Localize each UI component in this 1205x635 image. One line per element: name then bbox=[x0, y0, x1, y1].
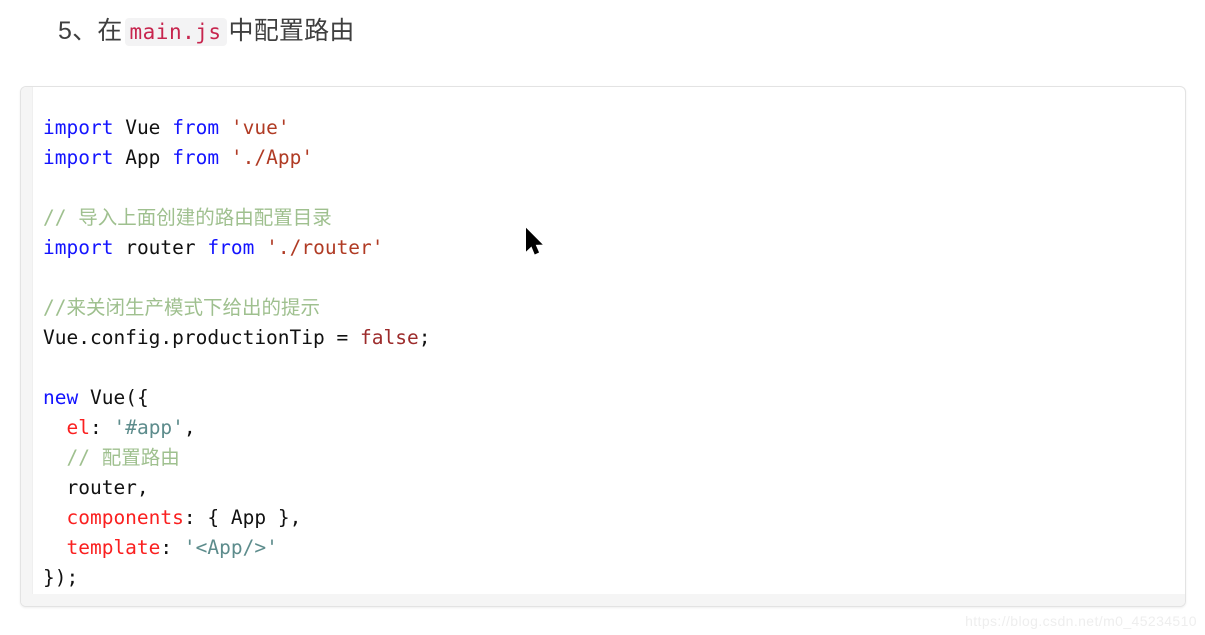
token-identifier-vue: Vue bbox=[125, 116, 161, 139]
token-key-el: el bbox=[66, 416, 90, 439]
token-string-vue: 'vue' bbox=[230, 116, 290, 139]
code-line: el: '#app', bbox=[43, 413, 1185, 443]
token-keyword-import: import bbox=[43, 146, 114, 169]
token-property-router: router, bbox=[66, 476, 149, 499]
code-line: import Vue from 'vue' bbox=[43, 113, 1185, 143]
token-boolean-false: false bbox=[360, 326, 419, 349]
heading-suffix: 中配置路由 bbox=[228, 17, 355, 45]
token-colon: : bbox=[89, 416, 102, 439]
page-title: 5、在 main.js 中配置路由 bbox=[58, 12, 355, 51]
code-line: components: { App }, bbox=[43, 503, 1185, 533]
token-comment-config-route: // 配置路由 bbox=[66, 446, 180, 469]
token-string-app-template: '<App/>' bbox=[183, 536, 278, 559]
code-content[interactable]: import Vue from 'vue' import App from '.… bbox=[33, 87, 1185, 606]
token-colon: : bbox=[183, 506, 196, 529]
token-identifier-router: router bbox=[125, 236, 196, 259]
token-comma: , bbox=[183, 416, 196, 439]
code-line: import router from './router' bbox=[43, 233, 1185, 263]
token-operator-assign: = bbox=[336, 326, 349, 349]
inline-code-filename: main.js bbox=[124, 18, 227, 46]
token-key-template: template bbox=[66, 536, 161, 559]
code-gutter bbox=[21, 87, 33, 606]
token-keyword-from: from bbox=[172, 146, 220, 169]
code-line: new Vue({ bbox=[43, 383, 1185, 413]
token-keyword-from: from bbox=[207, 236, 255, 259]
token-key-components: components bbox=[66, 506, 184, 529]
token-identifier-app: App bbox=[125, 146, 161, 169]
heading-prefix: 5、在 bbox=[58, 17, 123, 45]
token-string-app-selector: '#app' bbox=[113, 416, 184, 439]
token-keyword-from: from bbox=[172, 116, 220, 139]
code-line: import App from './App' bbox=[43, 143, 1185, 173]
code-line: // 配置路由 bbox=[43, 443, 1185, 473]
token-close-brace: }); bbox=[43, 566, 79, 589]
token-string-app-path: './App' bbox=[230, 146, 314, 169]
code-line: }); bbox=[43, 563, 1185, 593]
code-line: router, bbox=[43, 473, 1185, 503]
token-keyword-import: import bbox=[43, 116, 114, 139]
token-comment-production-tip: //来关闭生产模式下给出的提示 bbox=[43, 296, 320, 319]
code-line: // 导入上面创建的路由配置目录 bbox=[43, 203, 1185, 233]
token-expression-production-tip: Vue.config.productionTip bbox=[43, 326, 325, 349]
token-colon: : bbox=[160, 536, 173, 559]
token-string-router-path: './router' bbox=[266, 236, 384, 259]
code-line: template: '<App/>' bbox=[43, 533, 1185, 563]
token-keyword-new: new bbox=[43, 386, 79, 409]
code-line: Vue.config.productionTip = false; bbox=[43, 323, 1185, 353]
token-new-vue-open: Vue({ bbox=[89, 386, 149, 409]
token-comment-import-router: // 导入上面创建的路由配置目录 bbox=[43, 206, 332, 229]
token-components-value: { App }, bbox=[207, 506, 302, 529]
token-semicolon: ; bbox=[418, 326, 431, 349]
code-line: //来关闭生产模式下给出的提示 bbox=[43, 293, 1185, 323]
code-block[interactable]: import Vue from 'vue' import App from '.… bbox=[20, 86, 1186, 607]
watermark: https://blog.csdn.net/m0_45234510 bbox=[965, 613, 1197, 629]
token-keyword-import: import bbox=[43, 236, 114, 259]
